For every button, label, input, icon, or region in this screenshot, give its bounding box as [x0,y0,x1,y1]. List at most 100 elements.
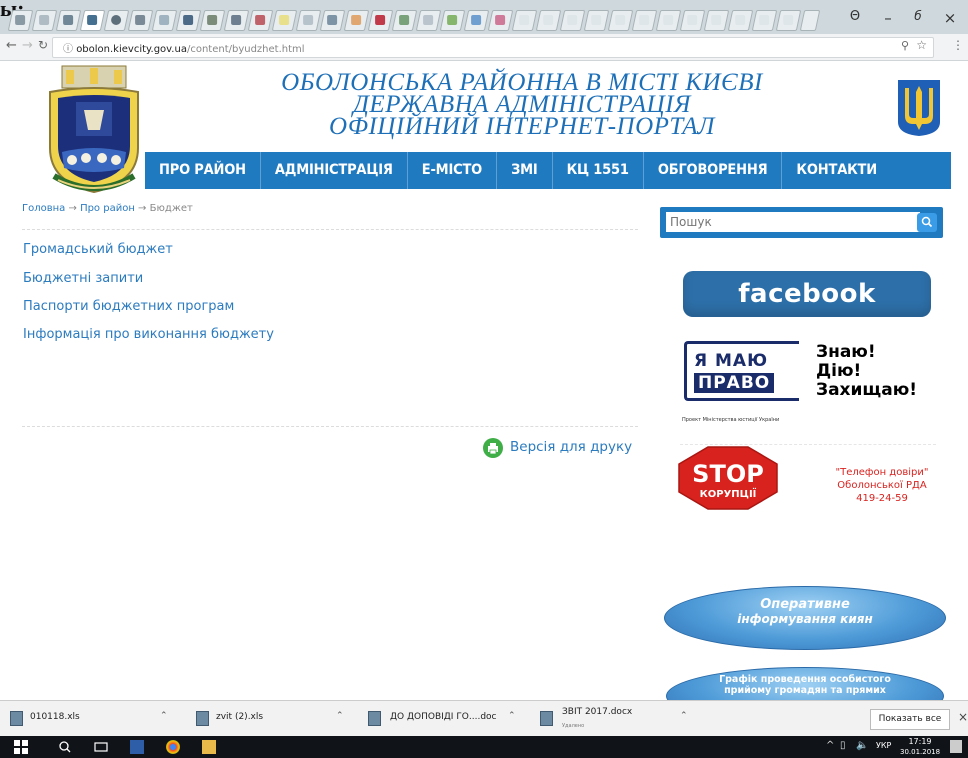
browser-tab[interactable] [679,10,706,31]
district-coat-of-arms-logo[interactable] [44,64,144,200]
browser-tab[interactable] [463,10,490,31]
browser-tab[interactable] [223,10,250,31]
close-downloads-icon[interactable]: × [958,710,968,724]
chevron-up-icon[interactable]: ⌃ [508,711,516,721]
browser-tab[interactable] [511,10,538,31]
nav-item-contacts[interactable]: КОНТАКТИ [782,152,891,189]
chrome-app-icon[interactable] [166,740,180,754]
browser-tab[interactable] [655,10,682,31]
browser-tab[interactable] [583,10,610,31]
search-icon[interactable] [58,740,72,754]
browser-tab[interactable] [487,10,514,31]
ukraine-trident-icon [898,80,940,136]
browser-tab[interactable] [295,10,322,31]
menu-icon[interactable]: ⋮ [952,38,964,52]
browser-tab[interactable] [271,10,298,31]
bookmark-star-icon[interactable]: ☆ [916,38,927,52]
breadcrumb: Головна → Про район → Бюджет [22,203,193,214]
browser-tab[interactable] [31,10,58,31]
chevron-up-icon[interactable]: ⌃ [336,711,344,721]
link-budget-execution-info[interactable]: Інформація про виконання бюджету [23,327,274,342]
search-button[interactable] [917,213,937,232]
browser-tab[interactable] [127,10,154,31]
stop-corruption-banner[interactable]: STOP КОРУПЦІЇ [678,446,778,510]
browser-tab[interactable] [631,10,658,31]
printer-icon[interactable] [483,438,503,458]
breadcrumb-home[interactable]: Головна [22,203,65,214]
browser-tab[interactable] [103,10,130,31]
facebook-banner[interactable]: facebook [683,271,931,317]
banner-line-2: інформування киян [737,612,873,626]
browser-tab[interactable] [367,10,394,31]
info-icon[interactable]: ⓘ [63,44,76,55]
browser-tab[interactable] [55,10,82,31]
stop-word: STOP [692,460,764,488]
download-item[interactable]: ДО ДОПОВІДІ ГО....doc [390,712,497,722]
link-public-budget[interactable]: Громадський бюджет [23,242,173,257]
trust-phone-org: Оболонської РДА [837,480,927,491]
network-icon[interactable]: ▯ [840,740,846,751]
browser-tab[interactable] [775,10,802,31]
nav-item-media[interactable]: ЗМІ [497,152,553,189]
browser-tab[interactable] [751,10,778,31]
download-item[interactable]: zvit (2).xls [216,712,263,722]
browser-tab[interactable] [175,10,202,31]
breadcrumb-section[interactable]: Про район [80,203,135,214]
site-title: ОБОЛОНСЬКА РАЙОННА В МІСТІ КИЄВІ ДЕРЖАВН… [252,70,792,139]
browser-tab[interactable] [151,10,178,31]
download-item[interactable]: ЗВІТ 2017.docx [562,707,632,717]
chevron-up-icon[interactable]: ⌃ [680,711,688,721]
browser-tab-active[interactable] [79,10,106,31]
volume-icon[interactable]: 🔈 [856,740,868,751]
browser-tab[interactable] [559,10,586,31]
link-budget-requests[interactable]: Бюджетні запити [23,271,143,286]
show-all-downloads-button[interactable]: Показать все [870,709,950,730]
forward-icon[interactable]: → [22,38,33,53]
clock[interactable]: 17:19 30.01.2018 [900,737,940,757]
browser-tab[interactable] [247,10,274,31]
browser-tab[interactable] [7,10,34,31]
browser-tab[interactable] [391,10,418,31]
download-item[interactable]: 010118.xls [30,712,80,722]
search-input[interactable] [666,212,920,232]
browser-tab[interactable] [703,10,730,31]
operative-info-banner[interactable]: Оперативне інформування киян [664,586,946,650]
browser-tab[interactable] [199,10,226,31]
minimize-icon[interactable]: – [878,9,898,27]
file-explorer-icon[interactable] [202,740,216,754]
i-have-right-banner[interactable]: Я МАЮ ПРАВО Знаю! Дію! Захищаю! Проект М… [676,337,940,429]
task-view-icon[interactable] [94,740,108,754]
nav-item-kc-1551[interactable]: КЦ 1551 [553,152,644,189]
close-icon[interactable]: × [940,9,960,27]
nav-item-about-district[interactable]: ПРО РАЙОН [145,152,261,189]
word-app-icon[interactable] [130,740,144,754]
windows-start-icon[interactable] [14,740,28,754]
banner-line-1: Графік проведення особистого [719,674,891,685]
browser-tab[interactable] [415,10,442,31]
nav-item-administration[interactable]: АДМІНІСТРАЦІЯ [261,152,408,189]
profile-icon[interactable]: Θ [845,9,865,24]
reload-icon[interactable]: ↻ [38,38,48,52]
new-tab-button[interactable] [799,10,821,31]
notifications-icon[interactable] [950,740,962,753]
browser-tab[interactable] [727,10,754,31]
link-budget-program-passports[interactable]: Паспорти бюджетних програм [23,299,234,314]
main-navigation: ПРО РАЙОН АДМІНІСТРАЦІЯ Е-МІСТО ЗМІ КЦ 1… [145,152,951,189]
back-icon[interactable]: ← [6,38,17,53]
search-icon [921,216,933,228]
browser-tab[interactable] [607,10,634,31]
nav-item-discussions[interactable]: ОБГОВОРЕННЯ [644,152,783,189]
browser-tab[interactable] [319,10,346,31]
browser-tab[interactable] [535,10,562,31]
browser-tab[interactable] [343,10,370,31]
print-version-link[interactable]: Версія для друку [510,439,632,455]
tray-chevron-icon[interactable]: ^ [826,740,834,751]
nav-item-e-city[interactable]: Е-МІСТО [408,152,498,189]
restore-icon[interactable]: б [908,9,928,23]
slogan-line-3: Захищаю! [816,380,917,400]
browser-tab[interactable] [439,10,466,31]
address-bar[interactable]: ⓘ obolon.kievcity.gov.ua/content/byudzhe… [52,37,934,58]
zoom-icon[interactable]: ⚲ [901,39,909,52]
chevron-up-icon[interactable]: ⌃ [160,711,168,721]
keyboard-language[interactable]: УКР [876,741,891,750]
